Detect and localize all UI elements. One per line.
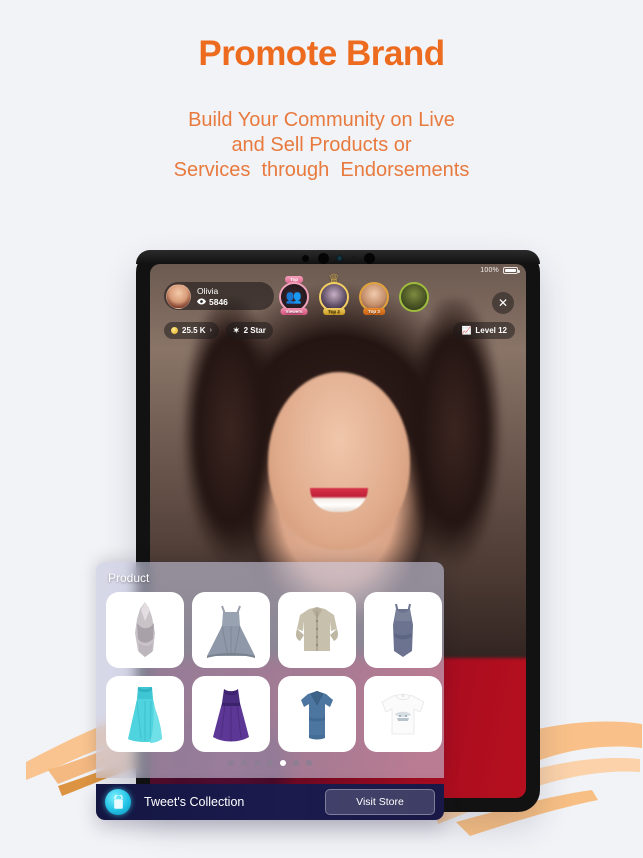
store-name-label: Tweet's Collection — [144, 795, 245, 809]
subtitle-line-1: Build Your Community on Live — [188, 109, 455, 131]
top-viewer-4[interactable] — [398, 278, 430, 312]
purple-gown-image — [213, 689, 249, 742]
top-viewers-list: Top 👥 Viewers ♕ Top 2 Top 3 — [278, 272, 430, 315]
star-pill[interactable]: ✶ 2 Star — [225, 322, 273, 339]
product-item[interactable] — [364, 592, 442, 668]
avatar[interactable] — [166, 283, 191, 309]
pagination-dot[interactable] — [254, 760, 260, 766]
chevron-right-icon: › — [209, 327, 212, 334]
denim-vneck-dress-image — [301, 691, 333, 740]
host-name-label: Olivia — [197, 285, 219, 296]
white-print-tshirt-image — [381, 693, 425, 735]
star-icon: ✶ — [232, 326, 240, 335]
coins-label: 25.5 K — [182, 326, 206, 335]
shopping-bag-icon[interactable] — [105, 789, 131, 815]
product-item[interactable] — [278, 676, 356, 752]
silver-halter-dress-image — [135, 602, 155, 657]
pagination-dot[interactable] — [228, 760, 234, 766]
pagination-dot[interactable] — [306, 760, 312, 766]
star-label: 2 Star — [243, 326, 266, 335]
dot-projector-icon — [364, 252, 375, 264]
chart-line-icon: 📈 — [461, 326, 472, 335]
page-title: Promote Brand — [198, 34, 445, 73]
product-panel-title: Product — [108, 571, 150, 585]
product-item[interactable] — [192, 676, 270, 752]
product-item[interactable] — [364, 676, 442, 752]
pagination-dot[interactable] — [267, 760, 273, 766]
top-viewer-3[interactable]: Top 3 — [358, 278, 390, 315]
pagination-dot-active[interactable] — [280, 760, 286, 766]
coins-pill[interactable]: 25.5 K › — [164, 322, 219, 339]
product-item[interactable] — [192, 592, 270, 668]
promo-page: Promote Brand Build Your Community on Li… — [0, 0, 643, 858]
rank-badge: Top 3 — [363, 308, 385, 315]
viewer-count-label: 5846 — [209, 296, 228, 307]
top-viewers-label: Viewers — [280, 308, 308, 315]
tablet-top-bezel — [136, 250, 540, 264]
store-bar: Tweet's Collection Visit Store — [96, 784, 444, 820]
light-sensor-icon — [352, 256, 356, 260]
pagination-dot[interactable] — [293, 760, 299, 766]
top-viewer-2[interactable]: ♕ Top 2 — [318, 272, 350, 315]
product-item[interactable] — [106, 676, 184, 752]
stats-row: 25.5 K › ✶ 2 Star — [164, 322, 273, 339]
top-viewers-badge[interactable]: Top 👥 Viewers — [278, 276, 310, 315]
host-info-pill[interactable]: Olivia 5846 — [164, 282, 274, 310]
avatar — [399, 282, 429, 312]
coin-icon — [171, 327, 178, 334]
product-pagination[interactable] — [96, 760, 444, 766]
depth-sensor-icon — [336, 254, 343, 262]
level-label: Level 12 — [475, 326, 507, 335]
battery-percent-label: 100% — [480, 267, 499, 274]
navy-tank-dress-image — [393, 603, 413, 657]
product-item[interactable] — [278, 592, 356, 668]
product-panel: Product — [96, 562, 444, 778]
product-item[interactable] — [106, 592, 184, 668]
pagination-dot[interactable] — [241, 760, 247, 766]
host-text: Olivia 5846 — [197, 286, 228, 307]
rank-badge: Top 2 — [323, 308, 345, 315]
video-face — [268, 372, 410, 550]
close-icon[interactable]: ✕ — [492, 292, 514, 314]
status-bar: 100% — [480, 267, 520, 274]
product-grid — [106, 592, 442, 752]
teal-gown-image — [128, 687, 162, 743]
page-subtitle: Build Your Community on Live and Sell Pr… — [0, 108, 643, 183]
subtitle-line-3: Services through Endorsements — [173, 159, 470, 181]
grey-flare-dress-image — [207, 605, 255, 658]
viewer-count: 5846 — [197, 297, 228, 307]
sensor-icon — [302, 254, 309, 262]
subtitle-line-2: and Sell Products or — [231, 134, 412, 156]
battery-icon — [503, 267, 520, 274]
front-camera-icon — [318, 252, 329, 264]
visit-store-button[interactable]: Visit Store — [325, 789, 435, 815]
level-pill[interactable]: 📈 Level 12 — [453, 322, 515, 339]
eye-icon — [197, 298, 206, 305]
beige-shirt-dress-image — [296, 607, 338, 651]
